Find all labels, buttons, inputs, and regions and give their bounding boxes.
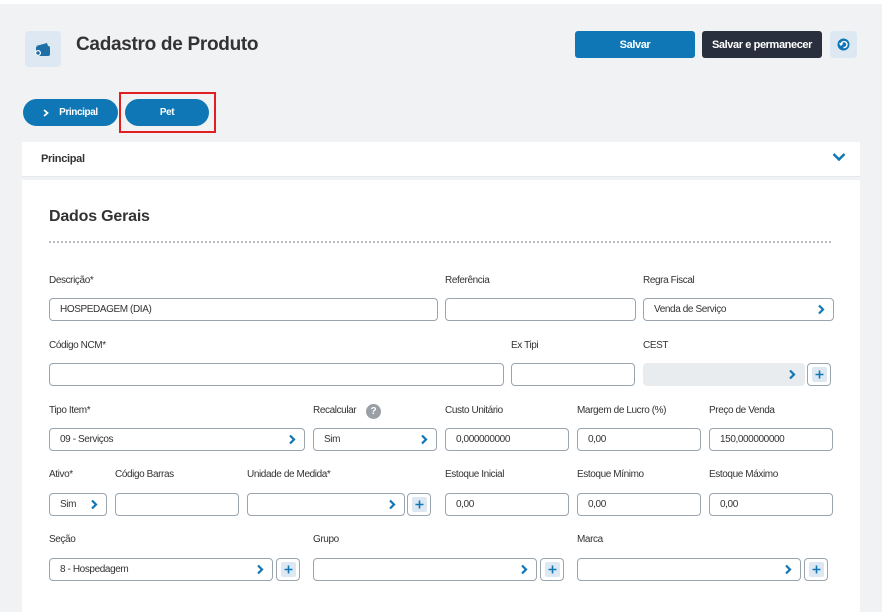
tipo-item-select[interactable]: 09 - Serviços <box>49 428 305 451</box>
chevron-down-icon[interactable] <box>832 152 846 162</box>
unidade-medida-label: Unidade de Medida* <box>247 469 331 480</box>
estoque-maximo-label: Estoque Máximo <box>709 469 778 480</box>
plus-icon <box>411 497 427 512</box>
cest-select[interactable] <box>643 363 805 386</box>
ex-tipi-input[interactable] <box>511 363 635 386</box>
secao-select[interactable]: 8 - Hospedagem <box>49 558 273 581</box>
preco-venda-label: Preço de Venda <box>709 405 775 416</box>
ex-tipi-label: Ex Tipi <box>511 340 539 351</box>
grupo-select[interactable] <box>313 558 537 581</box>
chevron-right-icon <box>421 434 428 445</box>
chevron-right-icon <box>818 304 825 315</box>
section-header-principal[interactable]: Principal <box>22 142 860 177</box>
codigo-ncm-label: Código NCM* <box>49 340 106 351</box>
grupo-label: Grupo <box>313 534 339 545</box>
tipo-item-value: 09 - Serviços <box>60 434 114 445</box>
secao-value: 8 - Hospedagem <box>60 564 129 575</box>
regra-fiscal-select[interactable]: Venda de Serviço <box>643 298 834 321</box>
recalcular-value: Sim <box>324 434 341 445</box>
descricao-input[interactable]: HOSPEDAGEM (DIA) <box>49 298 438 321</box>
undo-button[interactable] <box>830 31 857 58</box>
chevron-right-icon <box>521 564 528 575</box>
estoque-inicial-label: Estoque Inicial <box>445 469 505 480</box>
tab-principal[interactable]: Principal <box>23 99 118 126</box>
plus-icon <box>811 367 827 382</box>
top-bar <box>0 0 882 4</box>
plus-icon <box>808 562 824 577</box>
recalcular-select[interactable]: Sim <box>313 428 437 451</box>
ativo-select[interactable]: Sim <box>49 493 107 516</box>
tipo-item-label: Tipo Item* <box>49 405 91 416</box>
chevron-right-icon <box>389 499 396 510</box>
page-title: Cadastro de Produto <box>76 34 259 55</box>
marca-select[interactable] <box>577 558 801 581</box>
marca-add-button[interactable] <box>804 558 828 581</box>
chevron-right-icon <box>289 434 296 445</box>
dados-gerais-card: Dados Gerais Descrição* HOSPEDAGEM (DIA)… <box>22 180 860 612</box>
card-title: Dados Gerais <box>49 208 150 225</box>
regra-fiscal-value: Venda de Serviço <box>654 304 726 315</box>
ativo-label: Ativo* <box>49 469 73 480</box>
chevron-right-icon <box>43 108 50 117</box>
tab-principal-label: Principal <box>59 107 98 118</box>
custo-unitario-label: Custo Unitário <box>445 405 503 416</box>
estoque-minimo-label: Estoque Mínimo <box>577 469 644 480</box>
unidade-medida-select[interactable] <box>247 493 405 516</box>
chevron-right-icon <box>257 564 264 575</box>
estoque-minimo-input[interactable]: 0,00 <box>577 493 701 516</box>
cest-add-button[interactable] <box>807 363 831 386</box>
chevron-right-icon <box>789 369 796 380</box>
preco-venda-input[interactable]: 150,000000000 <box>709 428 833 451</box>
referencia-input[interactable] <box>445 298 636 321</box>
margem-lucro-input[interactable]: 0,00 <box>577 428 701 451</box>
regra-fiscal-label: Regra Fiscal <box>643 275 695 286</box>
unidade-medida-add-button[interactable] <box>407 493 431 516</box>
highlight-box <box>119 92 216 133</box>
codigo-ncm-input[interactable] <box>49 363 504 386</box>
descricao-label: Descrição* <box>49 275 94 286</box>
estoque-maximo-input[interactable]: 0,00 <box>709 493 833 516</box>
undo-icon <box>837 38 850 51</box>
codigo-barras-label: Código Barras <box>115 469 174 480</box>
plus-icon <box>280 562 296 577</box>
codigo-barras-input[interactable] <box>115 493 239 516</box>
save-button[interactable]: Salvar <box>575 31 695 58</box>
chevron-right-icon <box>91 499 98 510</box>
chevron-right-icon <box>785 564 792 575</box>
margem-lucro-label: Margem de Lucro (%) <box>577 405 667 416</box>
marca-label: Marca <box>577 534 603 545</box>
secao-add-button[interactable] <box>276 558 300 581</box>
cest-label: CEST <box>643 340 669 351</box>
wallet-icon <box>25 31 61 67</box>
plus-icon <box>544 562 560 577</box>
custo-unitario-input[interactable]: 0,000000000 <box>445 428 569 451</box>
referencia-label: Referência <box>445 275 490 286</box>
recalcular-label: Recalcular <box>313 405 357 416</box>
divider <box>49 241 831 243</box>
secao-label: Seção <box>49 534 76 545</box>
save-and-stay-button[interactable]: Salvar e permanecer <box>702 31 822 58</box>
section-label: Principal <box>41 153 85 165</box>
estoque-inicial-input[interactable]: 0,00 <box>445 493 569 516</box>
help-icon[interactable]: ? <box>366 404 381 419</box>
grupo-add-button[interactable] <box>540 558 564 581</box>
ativo-value: Sim <box>60 499 77 510</box>
